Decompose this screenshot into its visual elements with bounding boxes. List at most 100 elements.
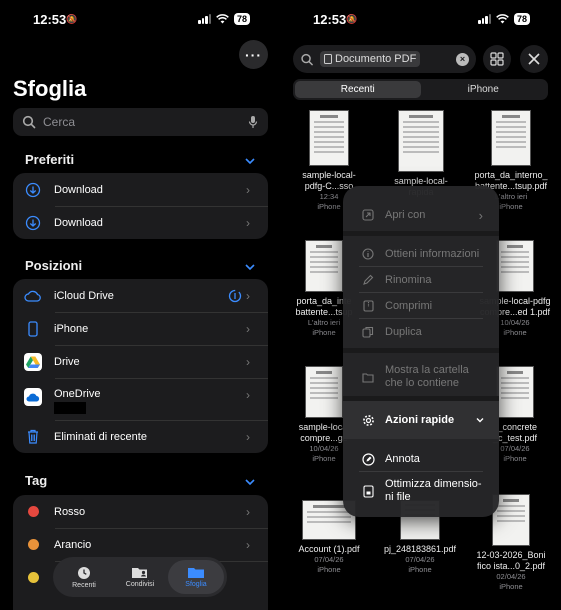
status-time: 12:53 [33, 12, 67, 27]
chevron-right-icon: › [246, 354, 250, 369]
chevron-down-icon[interactable] [244, 261, 256, 273]
menu-item-rename[interactable]: Rinomina [343, 273, 499, 287]
clock-icon [78, 566, 90, 579]
file-location: iPhone [499, 582, 523, 591]
pdf-thumbnail [309, 110, 349, 166]
sidebar-item-label: iPhone [54, 322, 89, 335]
search-placeholder: Cerca [43, 115, 76, 129]
file-location: iPhone [317, 565, 341, 574]
menu-item-duplicate[interactable]: Duplica [343, 325, 499, 339]
duplicate-icon [361, 325, 375, 339]
battery-indicator: 78 [514, 13, 531, 25]
menu-item-optimize-file-size[interactable]: Ottimizza dimensio-ni file [343, 478, 499, 504]
file-item-selected[interactable]: sample-local-rapida [383, 110, 459, 198]
tag-label: Rosso [54, 505, 86, 518]
file-date: 02/04/26 [496, 572, 526, 581]
view-grid-button[interactable] [483, 45, 511, 73]
sidebar-item-drive[interactable]: Drive › [13, 345, 268, 378]
segment-iphone[interactable]: iPhone [421, 81, 547, 98]
search-token[interactable]: Documento PDF [320, 51, 421, 67]
document-icon [324, 54, 332, 64]
file-date: 07/04/26 [405, 555, 435, 564]
sidebar-item-download-2[interactable]: Download › [13, 206, 268, 239]
sidebar-item-download-1[interactable]: Download › [13, 173, 268, 206]
chevron-down-icon[interactable] [244, 476, 256, 488]
status-icons: 78 [478, 13, 531, 25]
sidebar-item-label: Download [54, 216, 103, 229]
quick-actions-header[interactable]: Azioni rapide [343, 401, 499, 439]
chevron-down-icon [476, 418, 484, 423]
browse-screen: 12:53 🔕 78 ··· Sfoglia Cerca Preferiti D… [0, 0, 281, 610]
search-field[interactable]: Cerca [13, 108, 268, 136]
menu-item-label: Apri con [385, 208, 426, 221]
search-input[interactable]: Documento PDF × [293, 45, 476, 73]
menu-item-label: Mostra la cartella che lo contiene [385, 364, 469, 389]
cellular-signal-icon [198, 14, 211, 24]
onedrive-icon [24, 388, 42, 406]
context-menu: Apri con › Ottieni informazioni Rinomina… [343, 186, 499, 517]
folder-icon [361, 370, 375, 384]
tag-color-dot [24, 569, 42, 587]
menu-item-label: Azioni rapide [385, 413, 455, 426]
search-icon [22, 115, 36, 129]
menu-item-show-enclosing-folder[interactable]: Mostra la cartella che lo contiene [343, 364, 499, 390]
chevron-right-icon: › [246, 537, 250, 552]
sidebar-item-label: Drive [54, 355, 80, 368]
file-date: 07/04/26 [314, 555, 344, 564]
chevron-down-icon[interactable] [244, 155, 256, 167]
sidebar-item-recently-deleted[interactable]: Eliminati di recente › [13, 420, 268, 453]
archive-icon [361, 299, 375, 313]
section-title-tags: Tag [25, 473, 48, 488]
sidebar-item-label: Download [54, 183, 103, 196]
tab-shared[interactable]: Condivisi [112, 560, 168, 594]
pdf-thumbnail [305, 366, 343, 418]
icloud-icon [24, 287, 42, 305]
tab-recents[interactable]: Recenti [56, 560, 112, 594]
download-circle-icon [24, 214, 42, 232]
tab-bar: Recenti Condivisi Sfoglia [53, 557, 227, 597]
file-location: iPhone [408, 565, 432, 574]
menu-item-label: Duplica [385, 325, 422, 338]
tab-browse[interactable]: Sfoglia [168, 560, 224, 594]
gear-icon [361, 413, 375, 427]
status-bar: 12:53 🔕 78 [0, 0, 281, 40]
close-search-button[interactable] [520, 45, 548, 73]
menu-item-markup[interactable]: Annota [343, 452, 499, 466]
status-bar: 12:53 🔕 78 [281, 0, 561, 40]
tag-label: Arancio [54, 538, 92, 551]
chevron-right-icon: › [246, 429, 250, 444]
pencil-icon [361, 273, 375, 287]
tag-color-dot [24, 536, 42, 554]
info-icon [361, 247, 375, 261]
chevron-right-icon: › [478, 207, 483, 223]
wifi-icon [496, 14, 509, 24]
menu-item-compress[interactable]: Comprimi [343, 299, 499, 313]
trash-icon [24, 428, 42, 446]
section-title-favorites: Preferiti [25, 152, 75, 167]
sidebar-item-label: OneDrive [54, 388, 101, 400]
menu-item-open-with[interactable]: Apri con › [343, 207, 499, 223]
open-with-icon [361, 208, 375, 222]
clear-search-icon[interactable]: × [456, 52, 469, 66]
tab-label: Condivisi [125, 581, 155, 588]
segment-recents[interactable]: Recenti [295, 81, 421, 98]
sidebar-item-onedrive[interactable]: OneDrive › [13, 378, 268, 420]
folder-icon [188, 568, 204, 578]
favorites-list: Download › Download › [13, 173, 268, 239]
search-icon [301, 53, 313, 65]
section-title-locations: Posizioni [25, 258, 83, 273]
chevron-right-icon: › [246, 321, 250, 336]
close-icon [528, 53, 540, 65]
tag-item-red[interactable]: Rosso › [13, 495, 268, 528]
file-name: pj_248183861.pdf [383, 544, 457, 554]
sidebar-item-icloud-drive[interactable]: iCloud Drive › [13, 279, 268, 312]
page-title: Sfoglia [13, 76, 87, 101]
scope-segmented-control: Recenti iPhone [293, 79, 548, 100]
sidebar-item-iphone[interactable]: iPhone › [13, 312, 268, 345]
redacted-account-label [54, 402, 86, 414]
menu-item-get-info[interactable]: Ottieni informazioni [343, 247, 499, 261]
tab-label: Sfoglia [185, 581, 207, 588]
menu-item-label: Comprimi [385, 299, 433, 312]
microphone-icon[interactable] [246, 115, 260, 129]
more-options-button[interactable]: ··· [239, 40, 268, 69]
